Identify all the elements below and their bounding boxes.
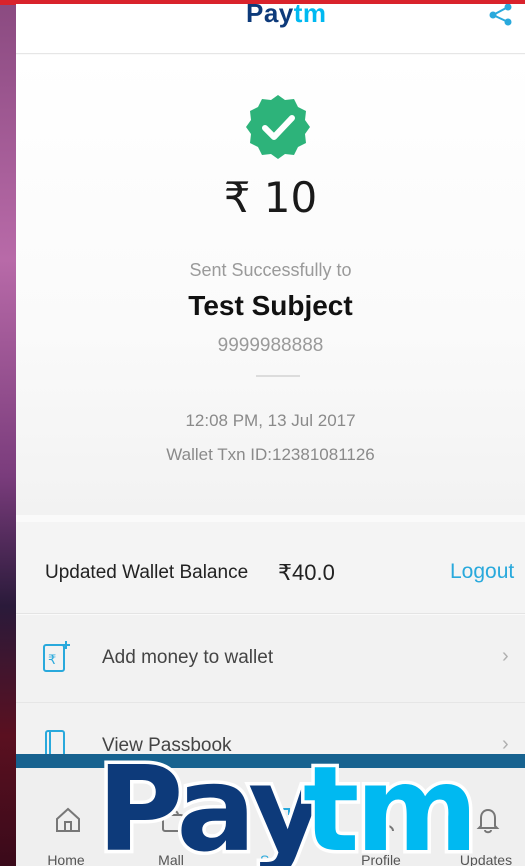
wallet-balance-row: Updated Wallet Balance ₹40.0 Logout — [16, 522, 525, 614]
balance-value: ₹40.0 — [278, 560, 335, 585]
logout-button[interactable]: Logout — [450, 560, 514, 584]
add-money-icon: ₹ — [43, 641, 70, 672]
chevron-right-icon: › — [502, 645, 509, 667]
paytm-overlay-logo: Pay tm — [94, 737, 482, 866]
app-header: Paytm — [16, 4, 525, 54]
logo-accent-text: tm — [293, 4, 327, 28]
logo-main-text: Pay — [246, 4, 294, 28]
paytm-overlay-logo-art: Pay tm — [94, 737, 482, 866]
wallet-txn-id: Wallet Txn ID:12381081126 — [166, 445, 375, 464]
home-icon — [56, 807, 80, 832]
overlay-logo-main: Pay — [97, 740, 323, 866]
amount-text: ₹ 10 — [223, 173, 318, 222]
bell-icon — [476, 808, 500, 834]
add-money-label: Add money to wallet — [102, 647, 274, 668]
video-background-strip — [0, 0, 16, 866]
balance-label: Updated Wallet Balance — [45, 562, 249, 583]
overlay-logo-accent: tm — [303, 740, 474, 866]
success-check-icon — [246, 95, 310, 159]
phone-screen: Paytm ₹ 10 Sent Successfully to Test Sub… — [16, 4, 525, 866]
recipient-name: Test Subject — [188, 290, 353, 321]
sent-successfully-label: Sent Successfully to — [189, 260, 352, 280]
divider — [256, 375, 300, 377]
add-money-row[interactable]: ₹ Add money to wallet › — [16, 615, 525, 703]
chevron-right-icon: › — [502, 733, 509, 755]
svg-text:₹: ₹ — [48, 653, 56, 668]
recipient-phone: 9999988888 — [217, 335, 324, 356]
paytm-logo: Paytm — [246, 4, 327, 29]
payment-receipt: ₹ 10 Sent Successfully to Test Subject 9… — [16, 55, 525, 515]
transaction-datetime: 12:08 PM, 13 Jul 2017 — [185, 411, 356, 430]
share-icon[interactable] — [486, 4, 514, 26]
